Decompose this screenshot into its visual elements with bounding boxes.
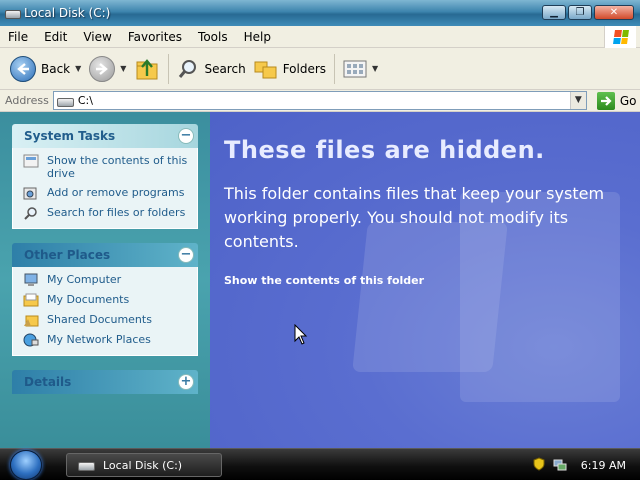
magnifier-icon — [177, 58, 199, 80]
toolbar-separator — [334, 53, 336, 84]
hidden-files-message: This folder contains files that keep you… — [224, 184, 605, 251]
collapse-icon[interactable]: − — [178, 247, 194, 263]
menu-edit[interactable]: Edit — [36, 30, 75, 44]
security-shield-icon[interactable] — [533, 456, 545, 474]
menu-file[interactable]: File — [0, 30, 36, 44]
task-label: Search for files or folders — [47, 206, 186, 219]
minimize-button[interactable]: ▁ — [542, 5, 566, 20]
window-title: Local Disk (C:) — [24, 6, 111, 20]
place-network-places[interactable]: My Network Places — [23, 333, 189, 347]
explorer-content: System Tasks − Show the contents of this… — [0, 112, 640, 448]
forward-dropdown-icon[interactable]: ▼ — [120, 64, 126, 73]
my-computer-icon — [23, 273, 39, 287]
details-header[interactable]: Details + — [12, 370, 198, 394]
menu-bar: File Edit View Favorites Tools Help — [0, 26, 640, 48]
title-bar[interactable]: Local Disk (C:) ▁ ❐ ✕ — [0, 0, 640, 26]
hidden-files-pane: These files are hidden. This folder cont… — [210, 112, 640, 448]
place-my-documents[interactable]: My Documents — [23, 293, 189, 307]
network-icon[interactable] — [553, 457, 567, 474]
system-tasks-panel: System Tasks − Show the contents of this… — [12, 124, 198, 229]
hidden-files-title: These files are hidden. — [224, 136, 545, 164]
up-button[interactable] — [130, 52, 164, 86]
task-add-remove-programs[interactable]: Add or remove programs — [23, 186, 189, 200]
details-title: Details — [24, 375, 72, 389]
toolbar: Back ▼ ▼ Search Folders ▼ — [0, 48, 640, 90]
views-button[interactable]: ▼ — [339, 52, 382, 86]
forward-arrow-icon — [89, 55, 116, 82]
search-button[interactable]: Search — [173, 52, 249, 86]
views-dropdown-icon[interactable]: ▼ — [372, 64, 378, 73]
other-places-header[interactable]: Other Places − — [12, 243, 198, 267]
system-tasks-header[interactable]: System Tasks − — [12, 124, 198, 148]
maximize-button[interactable]: ❐ — [568, 5, 592, 20]
collapse-icon[interactable]: − — [178, 128, 194, 144]
window-controls: ▁ ❐ ✕ — [542, 5, 634, 20]
start-button[interactable] — [10, 450, 42, 480]
place-label: My Network Places — [47, 333, 151, 346]
back-label: Back — [41, 61, 71, 76]
other-places-title: Other Places — [24, 248, 111, 262]
show-contents-icon — [23, 154, 39, 168]
address-label: Address — [5, 94, 49, 107]
folders-icon — [254, 58, 278, 80]
add-remove-programs-icon — [23, 186, 39, 200]
system-tasks-title: System Tasks — [24, 129, 116, 143]
system-tasks-body: Show the contents of this drive Add or r… — [12, 148, 198, 229]
search-icon — [23, 206, 39, 220]
local-disk-icon — [4, 7, 21, 19]
forward-button[interactable]: ▼ — [85, 52, 130, 86]
task-search-files[interactable]: Search for files or folders — [23, 206, 189, 220]
menu-favorites[interactable]: Favorites — [120, 30, 190, 44]
menu-help[interactable]: Help — [236, 30, 279, 44]
address-value: C:\ — [77, 94, 93, 107]
expand-icon[interactable]: + — [178, 374, 194, 390]
folder-up-icon — [134, 56, 160, 82]
taskbar: Local Disk (C:) 6:19 AM — [0, 448, 640, 480]
local-disk-icon — [78, 460, 95, 471]
search-label: Search — [204, 61, 246, 76]
system-tray: 6:19 AM — [533, 449, 640, 480]
mouse-cursor-icon — [294, 324, 308, 345]
go-arrow-icon — [596, 91, 615, 110]
task-label: Add or remove programs — [47, 186, 185, 199]
address-dropdown-icon[interactable]: ▼ — [569, 92, 586, 109]
drive-icon — [56, 96, 74, 107]
task-show-drive-contents[interactable]: Show the contents of this drive — [23, 154, 189, 180]
place-label: My Computer — [47, 273, 122, 286]
place-shared-documents[interactable]: Shared Documents — [23, 313, 189, 327]
menu-view[interactable]: View — [75, 30, 119, 44]
go-label: Go — [619, 93, 637, 108]
windows-logo-icon — [604, 26, 636, 48]
address-field[interactable]: C:\ ▼ — [52, 91, 587, 110]
place-my-computer[interactable]: My Computer — [23, 273, 189, 287]
task-pane: System Tasks − Show the contents of this… — [0, 112, 210, 448]
folders-button[interactable]: Folders — [250, 52, 330, 86]
close-button[interactable]: ✕ — [594, 5, 634, 20]
address-bar: Address C:\ ▼ Go — [0, 90, 640, 112]
other-places-body: My Computer My Documents Shared Document… — [12, 267, 198, 356]
back-dropdown-icon[interactable]: ▼ — [75, 64, 81, 73]
shared-documents-icon — [23, 313, 39, 327]
task-label: Show the contents of this drive — [47, 154, 188, 180]
network-places-icon — [23, 333, 39, 347]
other-places-panel: Other Places − My Computer My Documents — [12, 243, 198, 356]
clock[interactable]: 6:19 AM — [581, 459, 626, 472]
toolbar-separator — [168, 53, 170, 84]
menu-tools[interactable]: Tools — [190, 30, 236, 44]
place-label: My Documents — [47, 293, 130, 306]
taskbar-window-button[interactable]: Local Disk (C:) — [66, 453, 222, 477]
details-panel: Details + — [12, 370, 198, 394]
my-documents-icon — [23, 293, 39, 307]
place-label: Shared Documents — [47, 313, 152, 326]
show-folder-contents-link[interactable]: Show the contents of this folder — [224, 274, 424, 287]
taskbar-window-label: Local Disk (C:) — [103, 458, 183, 472]
folders-label: Folders — [282, 61, 327, 76]
go-button[interactable]: Go — [596, 91, 637, 110]
back-arrow-icon — [10, 55, 36, 82]
views-icon — [343, 59, 367, 79]
back-button[interactable]: Back ▼ — [6, 52, 85, 86]
